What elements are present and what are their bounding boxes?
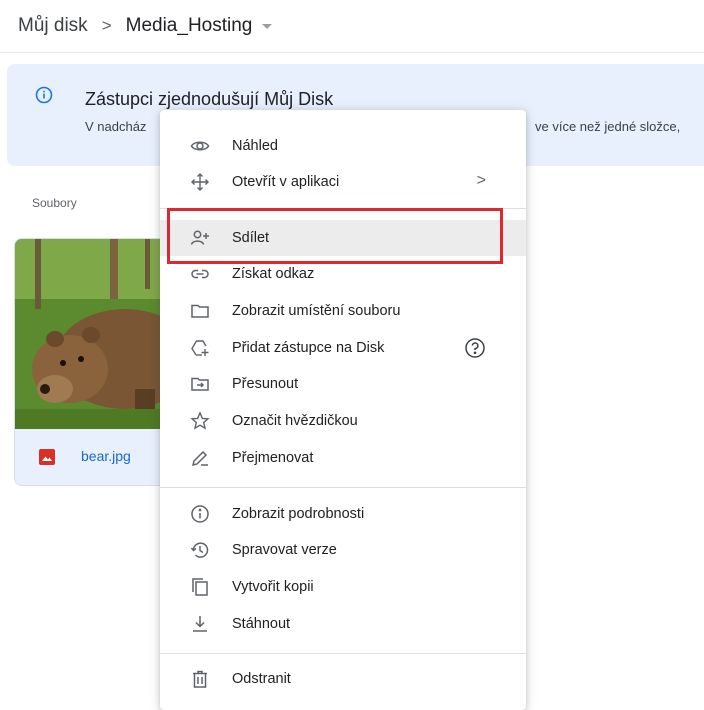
menu-item-label: Přesunout	[232, 376, 299, 392]
breadcrumb: Můj disk > Media_Hosting	[18, 13, 273, 39]
menu-divider	[160, 653, 526, 654]
files-section-label: Soubory	[32, 196, 77, 210]
menu-item-label: Získat odkaz	[232, 266, 315, 282]
menu-item-label: Přejmenovat	[232, 450, 314, 466]
menu-item-details[interactable]: Zobrazit podrobnosti	[160, 496, 526, 532]
help-icon[interactable]	[464, 337, 486, 359]
menu-item-label: Přidat zástupce na Disk	[232, 340, 385, 356]
menu-item-show-location[interactable]: Zobrazit umístění souboru	[160, 293, 526, 329]
file-name[interactable]: bear.jpg	[81, 448, 131, 464]
add-shortcut-icon	[190, 338, 210, 358]
menu-item-make-copy[interactable]: Vytvořit kopii	[160, 569, 526, 605]
chevron-down-icon[interactable]	[262, 23, 273, 29]
info-icon	[190, 504, 210, 524]
menu-item-open-with[interactable]: Otevřít v aplikaci >	[160, 164, 526, 200]
context-menu: Náhled Otevřít v aplikaci > Sdílet Získa…	[160, 110, 526, 710]
menu-item-move[interactable]: Přesunout	[160, 366, 526, 402]
highlight-annotation-box	[167, 208, 503, 264]
copy-icon	[190, 577, 210, 597]
banner-title: Zástupci zjednodušují Můj Disk	[85, 89, 334, 109]
menu-item-label: Zobrazit umístění souboru	[232, 303, 401, 319]
menu-item-rename[interactable]: Přejmenovat	[160, 440, 526, 476]
star-icon	[190, 411, 210, 431]
chevron-right-icon: >	[476, 172, 486, 189]
menu-item-download[interactable]: Stáhnout	[160, 606, 526, 642]
link-icon	[190, 264, 210, 284]
header-divider	[0, 52, 704, 53]
image-file-icon	[39, 449, 55, 465]
menu-item-remove[interactable]: Odstranit	[160, 661, 526, 697]
move-to-folder-icon	[190, 374, 210, 394]
menu-item-label: Náhled	[232, 138, 278, 154]
breadcrumb-current-folder[interactable]: Media_Hosting	[126, 15, 253, 37]
menu-item-label: Spravovat verze	[232, 542, 337, 558]
move-arrows-icon	[190, 172, 210, 192]
menu-item-label: Označit hvězdičkou	[232, 413, 358, 429]
history-icon	[190, 540, 210, 560]
menu-item-label: Odstranit	[232, 671, 291, 687]
breadcrumb-root[interactable]: Můj disk	[18, 15, 88, 37]
download-icon	[190, 614, 210, 634]
menu-item-preview[interactable]: Náhled	[160, 128, 526, 164]
info-icon	[35, 86, 53, 104]
menu-item-manage-versions[interactable]: Spravovat verze	[160, 532, 526, 568]
eye-icon	[190, 136, 210, 156]
menu-item-label: Zobrazit podrobnosti	[232, 506, 365, 522]
menu-item-star[interactable]: Označit hvězdičkou	[160, 403, 526, 439]
pencil-icon	[190, 448, 210, 468]
banner-text-start: V nadcház	[85, 119, 147, 134]
trash-icon	[190, 669, 210, 689]
menu-item-label: Stáhnout	[232, 616, 291, 632]
breadcrumb-separator: >	[101, 16, 112, 35]
folder-icon	[190, 301, 210, 321]
menu-item-label: Otevřít v aplikaci	[232, 174, 340, 190]
menu-item-add-shortcut[interactable]: Přidat zástupce na Disk	[160, 330, 526, 366]
menu-item-label: Vytvořit kopii	[232, 579, 314, 595]
menu-divider	[160, 487, 526, 488]
banner-text-end: ve více než jedné složce,	[535, 119, 681, 134]
